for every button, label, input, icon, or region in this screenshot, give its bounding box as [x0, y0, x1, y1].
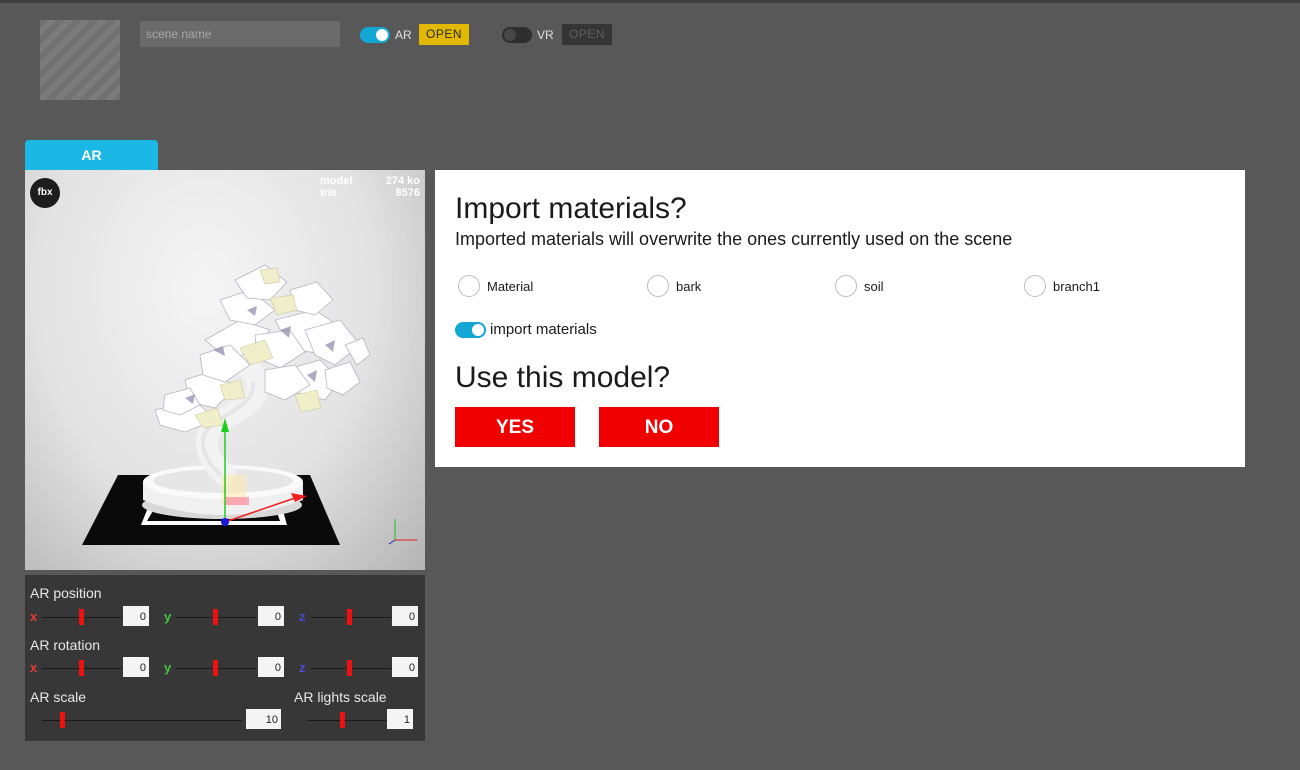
axis-y-label: y: [164, 609, 172, 624]
lights-scale-input[interactable]: 1: [387, 709, 413, 729]
use-model-question: Use this model?: [455, 361, 671, 394]
ar-controls-panel: AR position x 0 y 0 z 0 AR rotation x 0 …: [25, 575, 425, 741]
rotation-x-slider[interactable]: [79, 660, 84, 676]
import-dialog: Import materials? Imported materials wil…: [435, 170, 1245, 467]
scene-thumbnail[interactable]: [40, 20, 120, 100]
scene-name-input[interactable]: [140, 21, 340, 47]
axis-y-label: y: [164, 660, 172, 675]
position-y-input[interactable]: 0: [258, 606, 284, 626]
toggle-knob: [472, 323, 484, 336]
radio-circle[interactable]: [458, 275, 480, 297]
tab-ar[interactable]: AR: [25, 140, 158, 170]
axis-z-label: z: [299, 609, 306, 624]
position-x-input[interactable]: 0: [123, 606, 149, 626]
material-option[interactable]: bark: [647, 275, 701, 297]
material-name: soil: [864, 278, 884, 294]
stat-value: 8576: [395, 187, 420, 199]
scale-slider[interactable]: [60, 712, 65, 728]
import-materials-row: import materials: [455, 321, 597, 338]
rotation-y-slider[interactable]: [213, 660, 218, 676]
radio-circle[interactable]: [1024, 275, 1046, 297]
top-border: [0, 0, 1300, 3]
position-z-slider[interactable]: [347, 609, 352, 625]
ar-scale-label: AR scale: [30, 689, 87, 705]
material-option[interactable]: Material: [458, 275, 533, 297]
material-name: Material: [487, 278, 534, 294]
axis-z-label: z: [299, 660, 306, 675]
radio-circle[interactable]: [835, 275, 857, 297]
yes-button[interactable]: YES: [455, 407, 575, 447]
vr-toggle-label: VR: [537, 28, 554, 42]
import-materials-toggle[interactable]: [455, 321, 486, 338]
position-x-slider[interactable]: [79, 609, 84, 625]
lights-scale-slider[interactable]: [340, 712, 345, 728]
material-name: branch1: [1053, 278, 1100, 294]
rotation-y-input[interactable]: 0: [258, 657, 284, 677]
stat-label: tris: [320, 187, 338, 199]
toggle-knob: [376, 29, 388, 41]
position-z-input[interactable]: 0: [392, 606, 418, 626]
ar-position-label: AR position: [30, 585, 102, 601]
bonsai-model-render: [82, 264, 417, 545]
rotation-z-slider[interactable]: [347, 660, 352, 676]
position-y-slider[interactable]: [213, 609, 218, 625]
no-button[interactable]: NO: [599, 407, 719, 447]
slider-track: [42, 720, 242, 721]
material-option[interactable]: soil: [835, 275, 884, 297]
dialog-title: Import materials?: [455, 192, 687, 225]
ar-lights-scale-label: AR lights scale: [294, 689, 387, 705]
material-name: bark: [676, 278, 702, 294]
stat-label: model: [320, 175, 353, 187]
model-stats: model 274 ko tris 8576: [320, 175, 420, 199]
open-ar-button[interactable]: OPEN: [419, 24, 470, 45]
slider-track: [307, 720, 387, 721]
ar-toggle[interactable]: [360, 27, 390, 43]
ar-toggle-label: AR: [395, 28, 412, 42]
rotation-z-input[interactable]: 0: [392, 657, 418, 677]
scale-input[interactable]: 10: [246, 709, 281, 729]
dialog-subtitle: Imported materials will overwrite the on…: [455, 229, 1013, 249]
radio-circle[interactable]: [647, 275, 669, 297]
rotation-x-input[interactable]: 0: [123, 657, 149, 677]
toggle-knob: [504, 29, 516, 41]
import-materials-label: import materials: [490, 321, 597, 338]
axis-x-label: x: [30, 660, 38, 675]
fbx-format-badge: fbx: [30, 178, 60, 208]
stat-value: 274 ko: [385, 175, 420, 187]
ar-rotation-label: AR rotation: [30, 637, 101, 653]
axis-x-label: x: [30, 609, 38, 624]
open-vr-button[interactable]: OPEN: [562, 24, 613, 45]
vr-toggle[interactable]: [502, 27, 532, 43]
model-viewport[interactable]: fbx model 274 ko tris 8576: [25, 170, 425, 570]
material-option[interactable]: branch1: [1024, 275, 1100, 297]
